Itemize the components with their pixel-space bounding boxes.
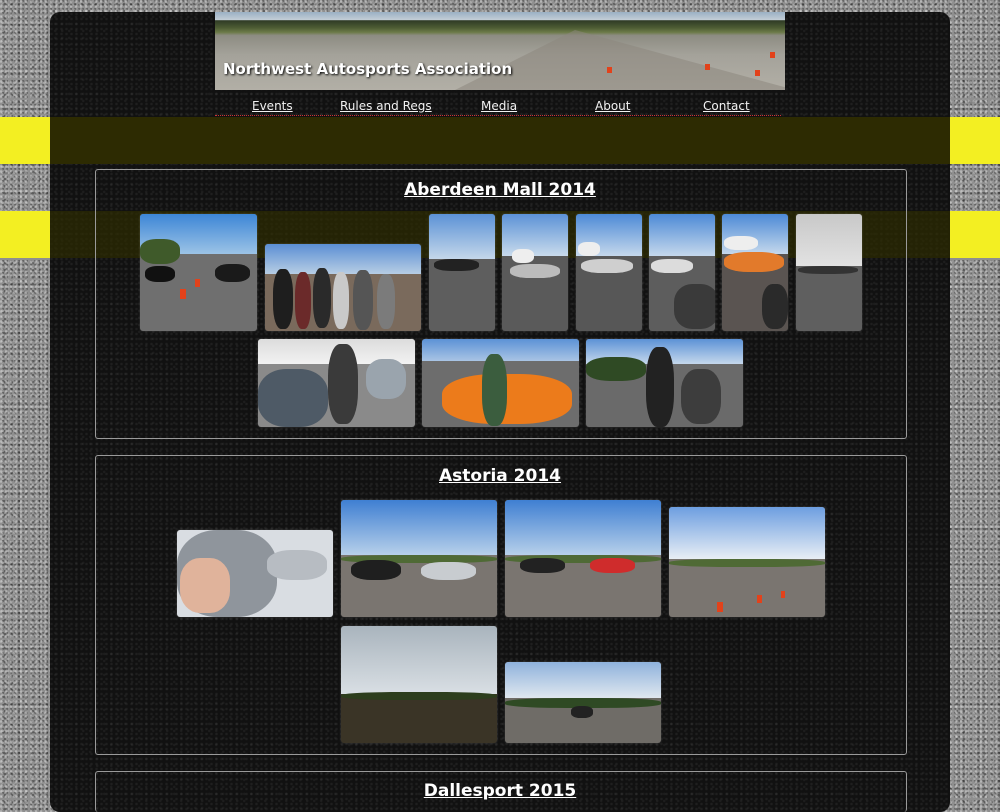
nav-link-rules[interactable]: Rules and Regs (340, 99, 432, 113)
main-nav: Events Rules and Regs Media About Contac… (215, 99, 781, 116)
nav-link-media[interactable]: Media (481, 99, 517, 113)
photo-thumbnail[interactable] (669, 507, 825, 617)
header-banner[interactable]: Northwest Autosports Association (215, 12, 785, 90)
nav-link-about[interactable]: About (595, 99, 630, 113)
gallery-title-astoria[interactable]: Astoria 2014 (95, 466, 905, 486)
photo-thumbnail[interactable] (258, 339, 415, 427)
photo-thumbnail[interactable] (649, 214, 715, 331)
nav-link-events[interactable]: Events (252, 99, 293, 113)
photo-thumbnail[interactable] (796, 214, 862, 331)
photo-thumbnail[interactable] (341, 500, 497, 617)
photo-thumbnail[interactable] (586, 339, 743, 427)
photo-thumbnail[interactable] (722, 214, 788, 331)
photo-thumbnail[interactable] (505, 500, 661, 617)
stripe-overlay-top (50, 117, 950, 164)
gallery-title-dallesport[interactable]: Dallesport 2015 (95, 781, 905, 801)
photo-thumbnail[interactable] (265, 244, 421, 331)
photo-thumbnail[interactable] (177, 530, 333, 617)
photo-thumbnail[interactable] (576, 214, 642, 331)
photo-thumbnail[interactable] (422, 339, 579, 427)
nav-link-contact[interactable]: Contact (703, 99, 750, 113)
photo-thumbnail[interactable] (429, 214, 495, 331)
photo-thumbnail[interactable] (140, 214, 257, 331)
photo-thumbnail[interactable] (502, 214, 568, 331)
site-title[interactable]: Northwest Autosports Association (223, 60, 512, 78)
photo-thumbnail[interactable] (505, 662, 661, 743)
photo-thumbnail[interactable] (341, 626, 497, 743)
gallery-title-aberdeen[interactable]: Aberdeen Mall 2014 (95, 180, 905, 200)
